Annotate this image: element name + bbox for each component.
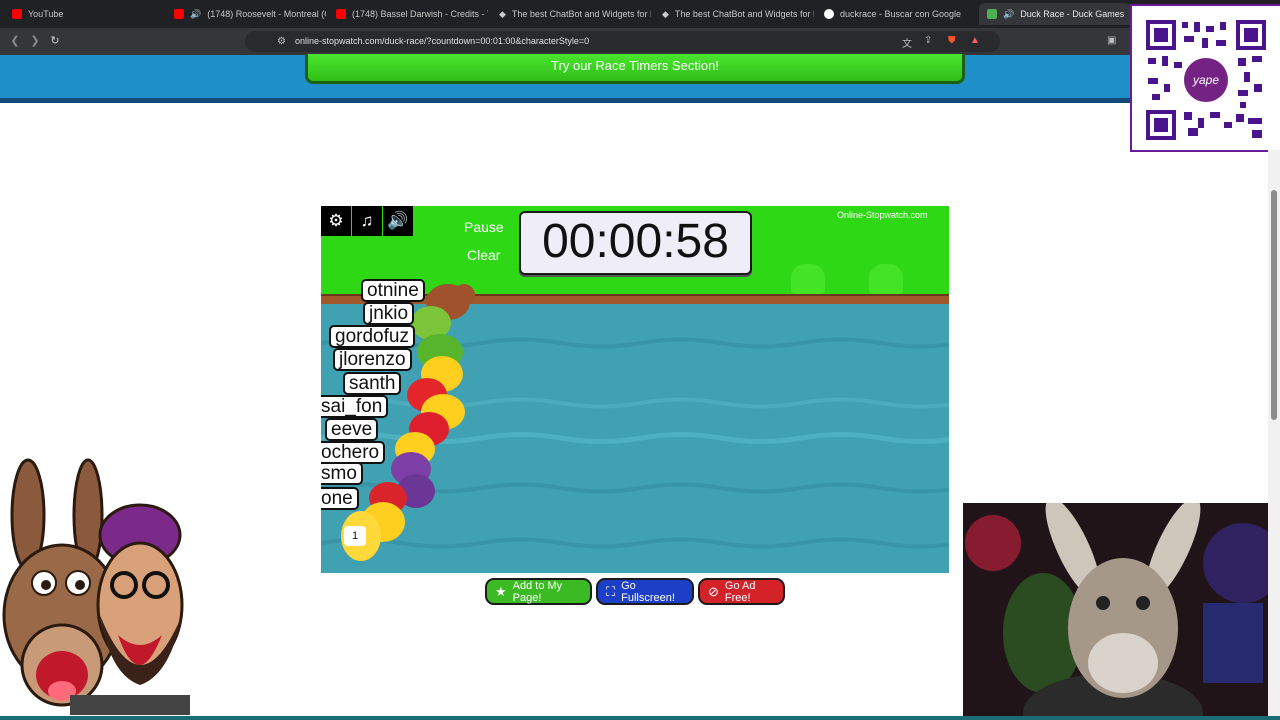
add-to-my-page-button[interactable]: ★ Add to My Page! [485, 578, 592, 605]
sound-icon[interactable]: 🔊 [383, 206, 413, 236]
tab-chatbot-2[interactable]: ◆ The best ChatBot and Widgets for K [654, 3, 814, 25]
svg-text:yape: yape [1192, 73, 1219, 87]
audio-icon: 🔊 [190, 8, 202, 19]
qr-code-overlay: yape [1130, 4, 1280, 152]
tab-label: The best ChatBot and Widgets for K [511, 9, 651, 19]
tab-bassel[interactable]: (1748) Bassel Darwish - Credits - You [328, 3, 488, 25]
fullscreen-button[interactable]: ⛶ Go Fullscreen! [596, 578, 694, 605]
wave-decoration [321, 537, 949, 549]
back-icon[interactable]: ❮ [8, 34, 22, 48]
racer-name: jnkio [363, 302, 415, 325]
racer-name: otnine [361, 279, 425, 302]
diamond-icon: ◆ [662, 8, 669, 19]
tab-duck-race[interactable]: 🔊 Duck Race - Duck Games ✕ [979, 3, 1131, 25]
address-bar[interactable]: ⚙ online-stopwatch.com/duck-race/?countd… [245, 31, 1000, 52]
tab-label: The best ChatBot and Widgets for K [674, 9, 814, 19]
sidebar-toggle-icon[interactable]: ▣ [1107, 35, 1116, 46]
music-icon[interactable]: ♫ [352, 206, 382, 236]
browser-toolbar: ❮ ❯ ↻ ▯ ⚙ online-stopwatch.com/duck-race… [0, 28, 1280, 55]
duck-site-icon [987, 9, 997, 19]
clear-button[interactable]: Clear [467, 247, 500, 263]
google-icon [824, 9, 834, 19]
add-to-my-page-label: Add to My Page! [512, 579, 563, 604]
brave-rewards-icon[interactable]: ▲ [970, 35, 980, 46]
duck-race-game[interactable]: ⚙ ♫ 🔊 Pause Clear 00:00:58 Online-Stopwa… [321, 206, 949, 573]
forward-icon[interactable]: ❯ [28, 34, 42, 48]
tab-chatbot-1[interactable]: ◆ The best ChatBot and Widgets for K [491, 3, 651, 25]
streamer-cartoon-avatar [2, 458, 190, 715]
tab-label: Duck Race - Duck Games [1020, 9, 1125, 19]
racer-name: smo [321, 462, 363, 485]
racer-name: santh [343, 372, 402, 395]
audio-icon: 🔊 [1003, 8, 1015, 19]
online-stopwatch-logo[interactable]: Online-Stopwatch.com [837, 210, 928, 220]
fullscreen-icon: ⛶ [606, 583, 616, 599]
url-text[interactable]: online-stopwatch.com/duck-race/?countdow… [295, 36, 589, 46]
duck-head [453, 284, 475, 306]
site-info-icon[interactable]: ⚙ [277, 36, 286, 47]
share-icon[interactable]: ⇪ [924, 35, 932, 46]
lane-number-badge: 1 [344, 526, 366, 546]
tab-roosevelt[interactable]: 🔊 (1748) Roosevelt - Montreal (Off [166, 3, 326, 25]
no-ads-icon: ⊘ [708, 583, 719, 599]
bush-decoration [869, 264, 903, 294]
scrollbar-thumb[interactable] [1271, 190, 1277, 420]
racer-name: eeve [325, 418, 379, 441]
tab-label: YouTube [28, 9, 64, 19]
webcam-feed [963, 503, 1280, 720]
fullscreen-label: Go Fullscreen! [621, 579, 675, 604]
webcam-image [963, 503, 1280, 720]
bottom-strip [0, 716, 1280, 720]
racer-name: gordofuz [329, 325, 415, 348]
wave-decoration [321, 337, 949, 349]
racer-name: ochero [321, 441, 386, 464]
youtube-icon [12, 9, 22, 19]
diamond-icon: ◆ [499, 8, 506, 19]
tab-label: (1748) Roosevelt - Montreal (Off [207, 9, 326, 19]
bush-decoration [791, 264, 825, 294]
browser-tab-bar: YouTube 🔊 (1748) Roosevelt - Montreal (O… [0, 0, 1280, 28]
racer-name: jlorenzo [333, 348, 412, 371]
youtube-icon [336, 9, 346, 19]
translate-icon[interactable]: 文 [902, 35, 912, 50]
reload-icon[interactable]: ↻ [48, 34, 62, 48]
page-scrollbar[interactable] [1268, 150, 1280, 720]
pause-button[interactable]: Pause [464, 219, 504, 235]
race-timers-button[interactable]: Try our Race Timers Section! [305, 54, 965, 84]
racer-name: one [321, 487, 359, 510]
countdown-timer: 00:00:58 [519, 211, 752, 275]
racer-name: sai_fon [321, 395, 389, 418]
youtube-icon [174, 9, 184, 19]
ad-free-button[interactable]: ⊘ Go Ad Free! [698, 578, 785, 605]
brave-shield-icon[interactable]: ⛊ [948, 35, 956, 46]
tab-label: (1748) Bassel Darwish - Credits - You [352, 9, 488, 19]
tab-youtube[interactable]: YouTube [4, 3, 164, 25]
ad-free-label: Go Ad Free! [724, 579, 756, 604]
qr-code-icon: yape [1144, 18, 1268, 142]
tab-google[interactable]: duckrace - Buscar con Google [816, 3, 976, 25]
star-icon: ★ [495, 583, 507, 599]
tab-label: duckrace - Buscar con Google [840, 9, 962, 19]
settings-gear-icon[interactable]: ⚙ [321, 206, 351, 236]
